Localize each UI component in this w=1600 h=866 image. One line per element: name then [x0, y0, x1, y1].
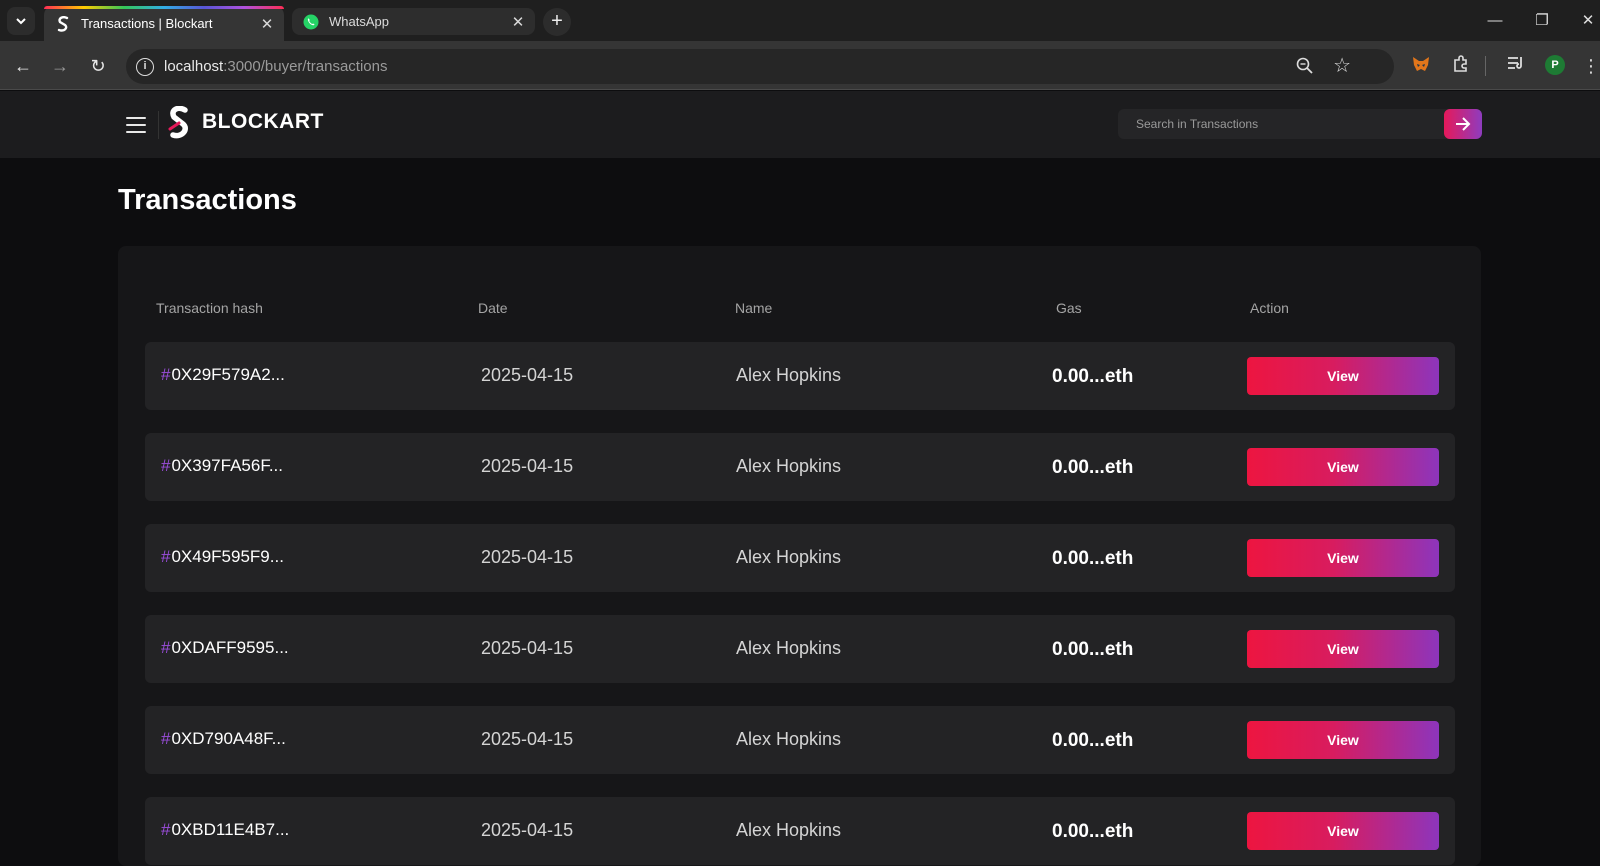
transaction-date: 2025-04-15 — [481, 638, 574, 658]
forward-arrow-icon[interactable]: → — [47, 53, 73, 79]
column-header-date: Date — [478, 300, 508, 316]
view-button[interactable]: View — [1247, 812, 1439, 850]
search-submit-button[interactable] — [1444, 109, 1482, 139]
hamburger-menu-icon[interactable] — [126, 117, 146, 133]
more-menu-icon[interactable]: ⋮ — [1580, 55, 1600, 77]
blockart-favicon — [55, 15, 71, 32]
search-input[interactable] — [1118, 109, 1448, 139]
new-tab-button[interactable]: + — [543, 8, 571, 36]
browser-tabbar: Transactions | Blockart ✕ WhatsApp ✕ + —… — [0, 0, 1600, 41]
transaction-gas: 0.00...eth — [1052, 366, 1134, 387]
transaction-gas: 0.00...eth — [1052, 548, 1134, 569]
arrow-right-icon — [1456, 117, 1471, 131]
transaction-hash: #0X49F595F9... — [161, 547, 284, 566]
transaction-date: 2025-04-15 — [481, 820, 574, 840]
chevron-down-icon — [16, 18, 26, 25]
metamask-extension-icon[interactable] — [1410, 55, 1432, 77]
column-header-name: Name — [735, 300, 773, 316]
transaction-gas: 0.00...eth — [1052, 457, 1134, 478]
view-button[interactable]: View — [1247, 630, 1439, 668]
tab-title: Transactions | Blockart — [81, 16, 213, 31]
table-row: #0XBD11E4B7... 2025-04-15 Alex Hopkins 0… — [145, 797, 1455, 865]
transaction-name: Alex Hopkins — [736, 456, 842, 476]
transaction-name: Alex Hopkins — [736, 729, 842, 749]
whatsapp-icon — [303, 14, 319, 30]
view-button[interactable]: View — [1247, 539, 1439, 577]
transaction-gas: 0.00...eth — [1052, 821, 1134, 842]
transaction-date: 2025-04-15 — [481, 729, 574, 749]
browser-toolbar: ← → ↻ i localhost:3000/buyer/transaction… — [0, 41, 1600, 90]
table-row: #0X49F595F9... 2025-04-15 Alex Hopkins 0… — [145, 524, 1455, 592]
brand-name[interactable]: BLOCKART — [202, 110, 324, 134]
column-header-gas: Gas — [1056, 300, 1082, 316]
transaction-hash: #0XBD11E4B7... — [161, 820, 290, 839]
close-tab-icon[interactable]: ✕ — [507, 13, 529, 31]
transaction-gas: 0.00...eth — [1052, 639, 1134, 660]
toolbar-separator — [1485, 56, 1486, 76]
back-arrow-icon[interactable]: ← — [10, 53, 36, 79]
transaction-date: 2025-04-15 — [481, 456, 574, 476]
transaction-date: 2025-04-15 — [481, 547, 574, 567]
table-row: #0X29F579A2... 2025-04-15 Alex Hopkins 0… — [145, 342, 1455, 410]
view-button[interactable]: View — [1247, 721, 1439, 759]
column-header-hash: Transaction hash — [156, 300, 263, 316]
view-button[interactable]: View — [1247, 448, 1439, 486]
view-button[interactable]: View — [1247, 357, 1439, 395]
header-divider — [158, 111, 159, 139]
restore-icon[interactable]: ❐ — [1530, 9, 1554, 33]
app-header: BLOCKART — [0, 91, 1600, 158]
minimize-icon[interactable]: — — [1483, 9, 1507, 33]
reload-icon[interactable]: ↻ — [85, 53, 111, 79]
close-tab-icon[interactable]: ✕ — [256, 15, 278, 33]
column-header-action: Action — [1250, 300, 1289, 316]
site-info-icon[interactable]: i — [136, 57, 154, 76]
table-row: #0XDAFF9595... 2025-04-15 Alex Hopkins 0… — [145, 615, 1455, 683]
transaction-gas: 0.00...eth — [1052, 730, 1134, 751]
extensions-puzzle-icon[interactable] — [1450, 55, 1472, 77]
transaction-name: Alex Hopkins — [736, 547, 842, 567]
transaction-name: Alex Hopkins — [736, 365, 842, 385]
table-row: #0XD790A48F... 2025-04-15 Alex Hopkins 0… — [145, 706, 1455, 774]
table-header: Transaction hash Date Name Gas Action — [118, 300, 1481, 322]
transaction-date: 2025-04-15 — [481, 365, 574, 385]
url-text: localhost:3000/buyer/transactions — [164, 58, 388, 75]
transactions-table: Transaction hash Date Name Gas Action #0… — [118, 246, 1481, 866]
media-controls-icon[interactable] — [1505, 55, 1527, 77]
tab-transactions[interactable]: Transactions | Blockart ✕ — [44, 6, 284, 41]
transaction-hash: #0X397FA56F... — [161, 456, 283, 475]
bookmark-star-icon[interactable]: ☆ — [1333, 53, 1351, 78]
search-bar — [1118, 109, 1482, 139]
transaction-hash: #0XD790A48F... — [161, 729, 286, 748]
transaction-hash: #0X29F579A2... — [161, 365, 285, 384]
address-bar[interactable]: i localhost:3000/buyer/transactions ☆ — [126, 49, 1394, 84]
blockart-logo-icon — [168, 106, 188, 139]
transaction-name: Alex Hopkins — [736, 638, 842, 658]
table-row: #0X397FA56F... 2025-04-15 Alex Hopkins 0… — [145, 433, 1455, 501]
profile-avatar[interactable]: P — [1545, 55, 1565, 75]
close-window-icon[interactable]: ✕ — [1576, 9, 1600, 33]
zoom-icon[interactable] — [1296, 57, 1314, 80]
tab-search-button[interactable] — [7, 7, 35, 35]
transaction-name: Alex Hopkins — [736, 820, 842, 840]
tab-title: WhatsApp — [329, 14, 389, 29]
tab-whatsapp[interactable]: WhatsApp ✕ — [292, 8, 535, 35]
transaction-hash: #0XDAFF9595... — [161, 638, 289, 657]
page-title: Transactions — [118, 184, 297, 216]
